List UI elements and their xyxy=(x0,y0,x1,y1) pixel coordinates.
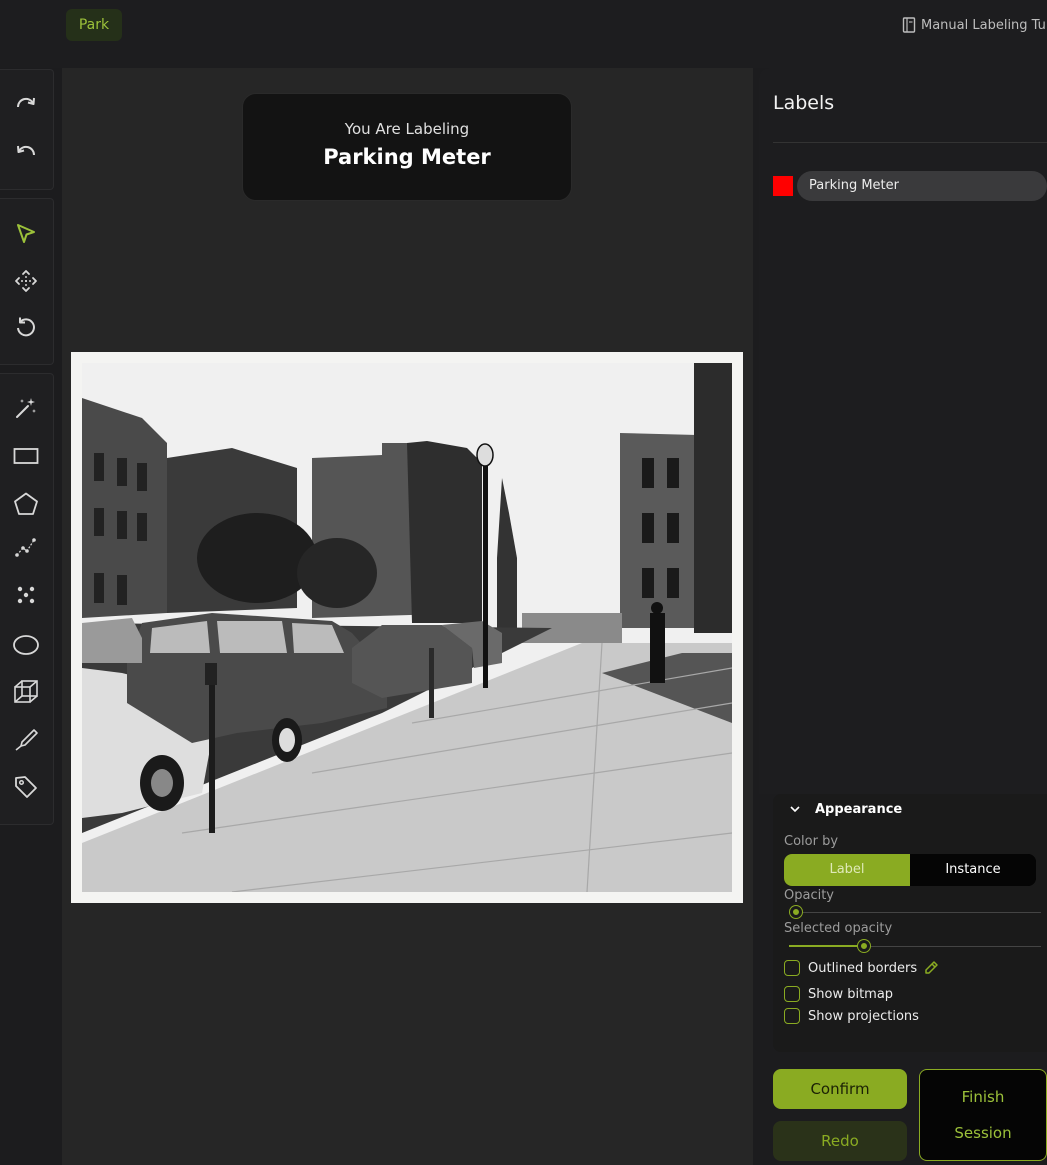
ellipse-icon xyxy=(13,635,39,655)
show-projections-label: Show projections xyxy=(808,1008,919,1024)
labeling-card-title: Parking Meter xyxy=(323,145,491,169)
show-bitmap-checkbox[interactable] xyxy=(784,986,800,1002)
appearance-panel: Appearance Color by Label Instance Opaci… xyxy=(773,794,1047,1052)
show-bitmap-option[interactable]: Show bitmap xyxy=(784,984,893,1004)
finish-session-button[interactable]: Finish Session xyxy=(919,1069,1047,1161)
ellipse-tool-button[interactable] xyxy=(0,625,52,665)
top-bar: Park Manual Labeling Tu xyxy=(0,0,1047,68)
opacity-slider-knob[interactable] xyxy=(790,906,802,918)
street-photo xyxy=(82,363,732,892)
polygon-tool-button[interactable] xyxy=(0,484,52,524)
rectangle-icon xyxy=(13,448,39,464)
move-icon xyxy=(15,270,37,292)
labels-divider xyxy=(773,142,1047,143)
outlined-borders-label: Outlined borders xyxy=(808,960,918,976)
rectangle-tool-button[interactable] xyxy=(0,436,52,476)
finish-session-line2: Session xyxy=(954,1124,1012,1142)
polyline-icon xyxy=(15,538,36,557)
opacity-label: Opacity xyxy=(784,888,835,903)
reset-view-icon xyxy=(17,317,35,337)
color-by-label-option[interactable]: Label xyxy=(784,854,910,886)
finish-session-line1: Finish xyxy=(961,1088,1005,1106)
image-to-label[interactable] xyxy=(71,352,743,903)
select-tool-button[interactable] xyxy=(0,214,52,254)
history-toolbar xyxy=(0,69,54,190)
labels-title: Labels xyxy=(773,92,835,114)
appearance-title: Appearance xyxy=(815,801,903,817)
show-projections-checkbox[interactable] xyxy=(784,1008,800,1024)
book-icon xyxy=(902,17,916,33)
points-icon xyxy=(17,586,35,604)
brush-tool-button[interactable] xyxy=(0,720,52,760)
color-by-instance-option[interactable]: Instance xyxy=(910,854,1036,886)
select-cursor-icon xyxy=(17,224,35,243)
polyline-tool-button[interactable] xyxy=(0,527,52,567)
cuboid-icon xyxy=(14,680,38,703)
confirm-button[interactable]: Confirm xyxy=(773,1069,907,1109)
color-by-toggle[interactable]: Label Instance xyxy=(784,854,1036,886)
polygon-icon xyxy=(14,492,38,515)
redo-button[interactable]: Redo xyxy=(773,1121,907,1161)
tag-tool-button[interactable] xyxy=(0,767,52,807)
annotation-toolbar xyxy=(0,373,54,825)
undo-icon xyxy=(17,145,36,156)
tag-icon xyxy=(15,776,37,798)
cuboid-tool-button[interactable] xyxy=(0,672,52,712)
opacity-slider-track[interactable] xyxy=(789,912,1041,913)
selected-opacity-slider-knob[interactable] xyxy=(858,940,870,952)
reset-view-button[interactable] xyxy=(0,307,52,347)
redo-button[interactable] xyxy=(0,85,52,125)
color-by-label: Color by xyxy=(784,834,839,849)
move-tool-button[interactable] xyxy=(0,261,52,301)
points-tool-button[interactable] xyxy=(0,575,52,615)
selected-opacity-slider-fill xyxy=(789,945,864,947)
tutorial-link-label: Manual Labeling Tu xyxy=(921,17,1046,33)
redo-icon xyxy=(16,97,35,108)
selected-opacity-label: Selected opacity xyxy=(784,921,893,936)
navigation-toolbar xyxy=(0,198,54,365)
chevron-down-icon xyxy=(790,806,800,813)
magic-wand-button[interactable] xyxy=(0,388,52,428)
labeling-target-card: You Are Labeling Parking Meter xyxy=(242,93,572,201)
labels-panel: Labels Parking Meter xyxy=(759,68,1047,794)
label-item-parking-meter[interactable]: Parking Meter xyxy=(797,171,1047,201)
labeling-card-subtitle: You Are Labeling xyxy=(344,120,470,138)
eyedropper-icon[interactable] xyxy=(923,960,939,976)
tutorial-link[interactable]: Manual Labeling Tu xyxy=(902,14,1046,36)
undo-button[interactable] xyxy=(0,133,52,173)
magic-wand-icon xyxy=(16,398,36,418)
outlined-borders-checkbox[interactable] xyxy=(784,960,800,976)
brush-icon xyxy=(15,729,38,751)
show-projections-option[interactable]: Show projections xyxy=(784,1006,919,1026)
project-chip[interactable]: Park xyxy=(66,9,122,41)
outlined-borders-option[interactable]: Outlined borders xyxy=(784,958,939,978)
show-bitmap-label: Show bitmap xyxy=(808,986,894,1002)
appearance-header[interactable]: Appearance xyxy=(773,794,1047,824)
label-color-swatch[interactable] xyxy=(773,176,793,196)
